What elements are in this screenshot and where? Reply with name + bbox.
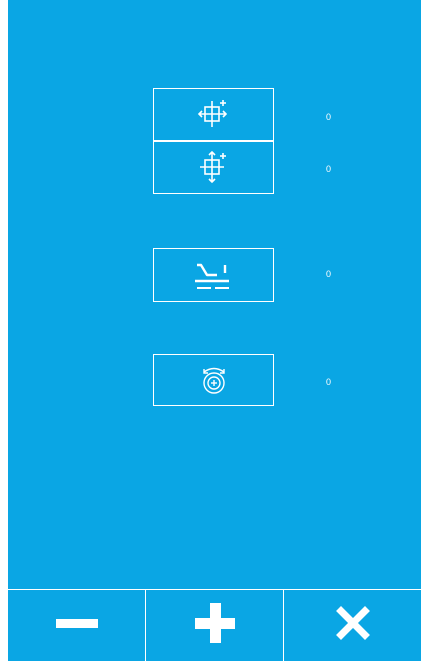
- move-horizontal-value: 0: [326, 112, 332, 122]
- move-vertical-value: 0: [326, 164, 332, 174]
- presser-foot-icon: [189, 255, 239, 295]
- screen: 0 0 0 0: [0, 0, 428, 661]
- minus-icon: [52, 598, 102, 653]
- decrease-button[interactable]: [8, 590, 145, 661]
- bottom-toolbar: [8, 589, 421, 661]
- move-vertical-button[interactable]: [153, 141, 274, 194]
- close-button[interactable]: [283, 590, 421, 661]
- move-horizontal-button[interactable]: [153, 88, 274, 141]
- move-vertical-icon: [192, 148, 236, 188]
- rotation-button[interactable]: [153, 354, 274, 406]
- presser-foot-value: 0: [326, 269, 332, 279]
- presser-foot-button[interactable]: [153, 248, 274, 302]
- rotation-dial-icon: [194, 360, 234, 400]
- plus-icon: [190, 598, 240, 653]
- close-icon: [328, 598, 378, 653]
- rotation-value: 0: [326, 377, 332, 387]
- settings-panel: 0 0 0 0: [8, 0, 421, 661]
- move-horizontal-icon: [192, 95, 236, 135]
- increase-button[interactable]: [145, 590, 283, 661]
